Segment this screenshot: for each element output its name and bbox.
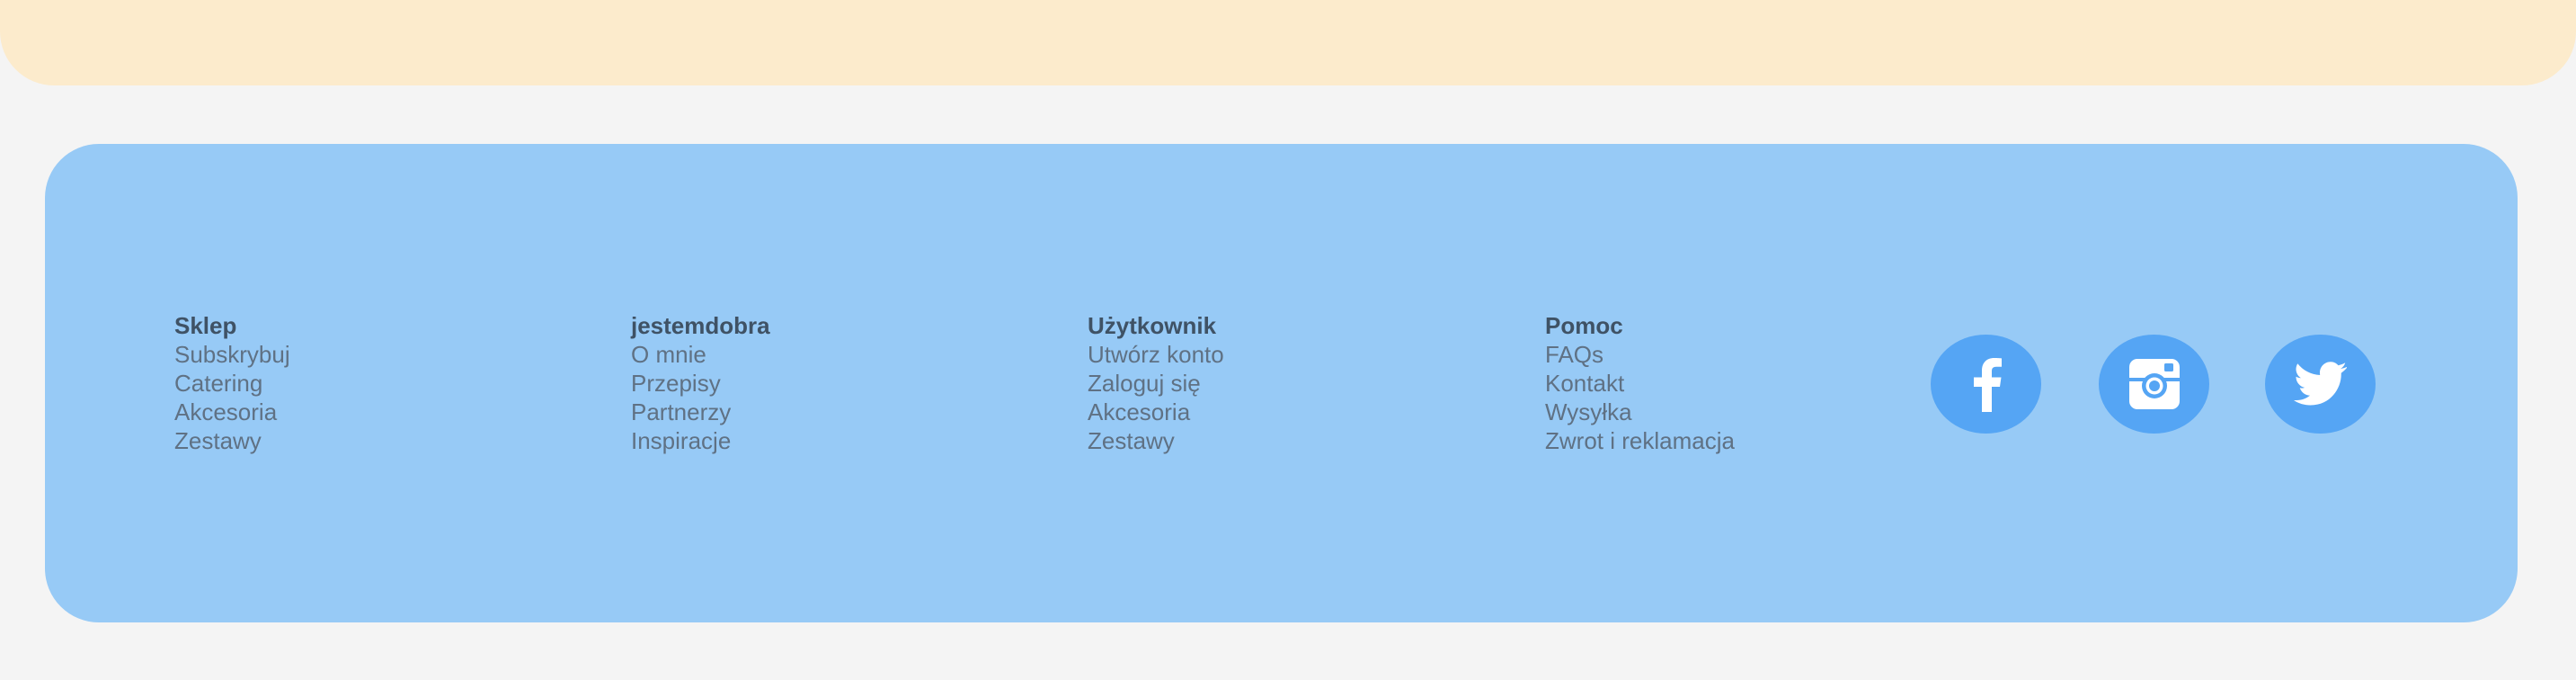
footer-link-zwrot-i-reklamacja[interactable]: Zwrot i reklamacja [1545, 426, 1735, 455]
footer-link-faqs[interactable]: FAQs [1545, 340, 1735, 369]
footer-link-kontakt[interactable]: Kontakt [1545, 369, 1735, 398]
footer-column-heading: jestemdobra [631, 312, 770, 339]
instagram-button[interactable] [2099, 335, 2209, 434]
instagram-icon [2128, 359, 2180, 409]
footer-link-wysylka[interactable]: Wysyłka [1545, 398, 1735, 426]
footer-link-inspiracje[interactable]: Inspiracje [631, 426, 770, 455]
site-footer: Sklep Subskrybuj Catering Akcesoria Zest… [45, 144, 2518, 622]
footer-link-zaloguj-sie[interactable]: Zaloguj się [1088, 369, 1224, 398]
facebook-button[interactable] [1931, 335, 2041, 434]
footer-link-utworz-konto[interactable]: Utwórz konto [1088, 340, 1224, 369]
footer-column-jestemdobra: jestemdobra O mnie Przepisy Partnerzy In… [631, 311, 770, 455]
footer-link-o-mnie[interactable]: O mnie [631, 340, 770, 369]
footer-link-akcesoria[interactable]: Akcesoria [174, 398, 290, 426]
footer-link-przepisy[interactable]: Przepisy [631, 369, 770, 398]
footer-link-zestawy[interactable]: Zestawy [174, 426, 290, 455]
footer-column-pomoc: Pomoc FAQs Kontakt Wysyłka Zwrot i rekla… [1545, 311, 1735, 455]
footer-column-heading: Sklep [174, 312, 237, 339]
footer-link-akcesoria[interactable]: Akcesoria [1088, 398, 1224, 426]
footer-link-zestawy[interactable]: Zestawy [1088, 426, 1224, 455]
footer-column-heading: Pomoc [1545, 312, 1623, 339]
footer-column-uzytkownik: Użytkownik Utwórz konto Zaloguj się Akce… [1088, 311, 1224, 455]
footer-link-catering[interactable]: Catering [174, 369, 290, 398]
top-section-band [0, 0, 2576, 85]
footer-link-partnerzy[interactable]: Partnerzy [631, 398, 770, 426]
twitter-button[interactable] [2265, 335, 2376, 434]
footer-column-heading: Użytkownik [1088, 312, 1217, 339]
twitter-icon [2293, 362, 2347, 406]
facebook-icon [1973, 358, 2002, 412]
footer-link-subskrybuj[interactable]: Subskrybuj [174, 340, 290, 369]
footer-column-sklep: Sklep Subskrybuj Catering Akcesoria Zest… [174, 311, 290, 455]
